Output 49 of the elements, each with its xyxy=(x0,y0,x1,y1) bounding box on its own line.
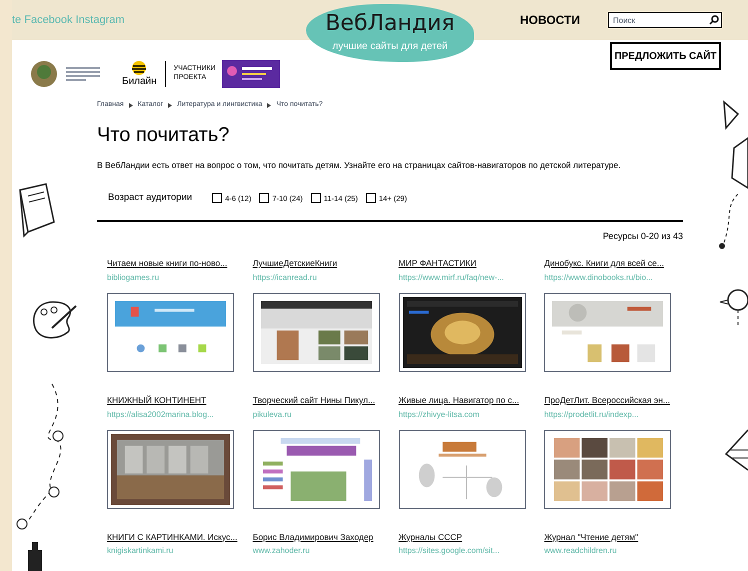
page-title: Что почитать? xyxy=(97,124,230,144)
site-title-link[interactable]: Живые лица. Навигатор по с... xyxy=(398,394,526,406)
logo-title: ВебЛандия xyxy=(325,12,455,34)
site-title-link[interactable]: Творческий сайт Нины Пикул... xyxy=(252,394,381,406)
age-checkbox[interactable] xyxy=(259,193,270,204)
filter-label: Возраст аудитории xyxy=(108,191,192,206)
site-title-link[interactable]: КНИЖНЫЙ КОНТИНЕНТ xyxy=(107,394,235,406)
breadcrumb-arrow-icon xyxy=(267,102,272,108)
site-url: bibliogames.ru xyxy=(107,272,160,284)
site-title-link[interactable]: КНИГИ С КАРТИНКАМИ. Искус... xyxy=(107,530,235,544)
search-icon xyxy=(709,15,719,25)
site-title-link[interactable]: Динобукс. Книги для всей се... xyxy=(544,257,672,270)
site-url: www.zahoder.ru xyxy=(252,545,311,558)
age-checkbox[interactable] xyxy=(310,193,321,204)
library-logo-text xyxy=(66,67,100,81)
age-checkbox[interactable] xyxy=(212,193,222,204)
award-badge-icon xyxy=(222,60,280,88)
site-url: https://icanread.ru xyxy=(252,272,318,284)
logo-cloud[interactable]: ВебЛандия лучшие сайты для детей xyxy=(306,4,474,62)
site-title-link[interactable]: Читаем новые книги по-ново... xyxy=(107,257,235,270)
site-title-link[interactable]: Борис Владимирович Заходер xyxy=(252,530,381,544)
site-url: https://www.mirf.ru/faq/new-... xyxy=(398,272,505,284)
results-count: Ресурсы 0-20 из 43 xyxy=(602,230,683,243)
site-url: https://sites.google.com/sit... xyxy=(398,545,500,558)
site-url: pikuleva.ru xyxy=(252,408,292,420)
bottle-drawing xyxy=(28,542,42,571)
site-title-link[interactable]: Журнал "Чтение детям" xyxy=(544,530,672,544)
breadcrumb-arrow-icon xyxy=(128,102,133,108)
striped-ball-icon xyxy=(132,61,146,75)
intro-text: В ВебЛандии есть ответ на вопрос о том, что почитать детям. Узнайте его на страницах сайтов-навигаторов по детской литературе. xyxy=(97,158,622,172)
site-title-link[interactable]: МИР ФАНТАСТИКИ xyxy=(398,257,526,270)
site-url: www.readchildren.ru xyxy=(544,545,618,558)
site-url: knigiskartinkami.ru xyxy=(107,545,174,558)
site-title-link[interactable]: Журналы СССР xyxy=(398,530,526,544)
beeline-logo-text: Билайн xyxy=(122,77,157,87)
site-url: https://www.dinobooks.ru/bio... xyxy=(544,272,654,284)
news-link[interactable]: НОВОСТИ xyxy=(520,11,580,29)
age-checkbox[interactable] xyxy=(366,193,376,204)
book-drawing xyxy=(16,182,58,238)
search-field[interactable]: Поиск xyxy=(608,12,722,28)
site-url: https://alisa2002marina.blog... xyxy=(107,408,215,420)
site-url: https://prodetlit.ru/indexp... xyxy=(544,408,640,420)
site-title-link[interactable]: ПроДетЛит. Всероссийская эн... xyxy=(544,394,672,406)
site-url: https://zhivye-litsa.com xyxy=(398,408,480,420)
library-emblem-icon xyxy=(30,60,58,88)
site-title-link[interactable]: ЛучшиеДетскиеКниги xyxy=(252,257,381,270)
breadcrumb-arrow-icon xyxy=(168,102,172,108)
suggest-site-button[interactable]: ПРЕДЛОЖИТЬ САЙТ xyxy=(610,42,721,70)
logo-subtitle: лучшие сайты для детей xyxy=(332,40,448,54)
